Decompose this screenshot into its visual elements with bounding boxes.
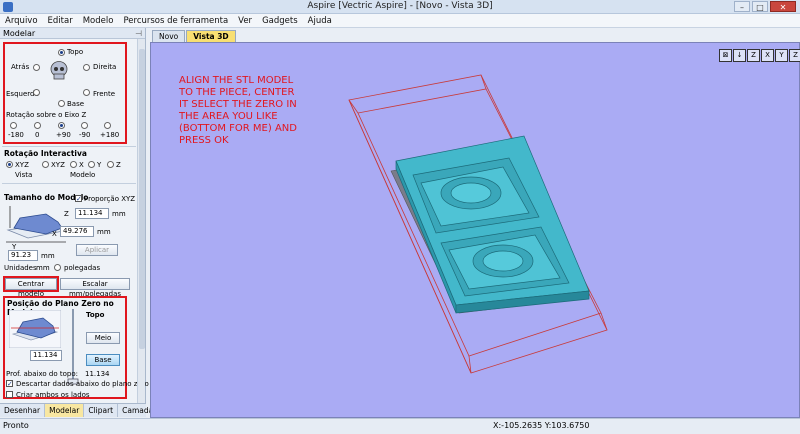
axis-x-label: X bbox=[52, 230, 57, 238]
irot-x-label: X bbox=[79, 161, 84, 169]
rot-m180-radio[interactable] bbox=[10, 122, 17, 129]
scrollbar-thumb[interactable] bbox=[139, 49, 145, 349]
title-bar: Aspire [Vectric Aspire] - [Novo - Vista … bbox=[0, 0, 800, 14]
center-model-button[interactable]: Centrar modelo bbox=[5, 278, 57, 298]
irot-x-radio[interactable] bbox=[70, 161, 77, 168]
create-both-label: Criar ambos os lados bbox=[16, 391, 90, 399]
model-group-label: Modelo bbox=[70, 171, 96, 179]
rot-m90-radio[interactable] bbox=[81, 122, 88, 129]
zero-bottom-button[interactable]: Base bbox=[86, 354, 120, 366]
menu-gadgets[interactable]: Gadgets bbox=[257, 14, 303, 27]
menu-editar[interactable]: Editar bbox=[43, 14, 78, 27]
discard-checkbox[interactable]: ✓ bbox=[6, 380, 13, 388]
orient-right-label: Direita bbox=[93, 63, 117, 71]
orient-top-label: Topo bbox=[67, 48, 84, 56]
window-title: Aspire [Vectric Aspire] - [Novo - Vista … bbox=[307, 1, 493, 11]
panel-title: Modelar bbox=[0, 28, 145, 39]
size-y-unit: mm bbox=[41, 252, 55, 260]
irot-xyz-view-label: XYZ bbox=[15, 161, 29, 169]
3d-scene bbox=[348, 74, 608, 374]
units-mm-label: mm bbox=[36, 264, 50, 272]
interactive-rotation-title: Rotação Interactiva bbox=[4, 149, 87, 158]
car-zero-preview-icon bbox=[9, 310, 61, 348]
menu-ver[interactable]: Ver bbox=[233, 14, 257, 27]
create-both-checkbox[interactable] bbox=[6, 391, 13, 398]
maximize-button[interactable]: □ bbox=[752, 1, 768, 12]
tab-modelar[interactable]: Modelar bbox=[45, 404, 85, 417]
rot-m90-label: -90 bbox=[79, 131, 91, 139]
minimize-button[interactable]: – bbox=[734, 1, 750, 12]
tab-clipart[interactable]: Clipart bbox=[84, 404, 119, 417]
orient-front-label: Frente bbox=[93, 90, 116, 98]
rot-p90-radio[interactable] bbox=[58, 122, 65, 129]
pin-icon[interactable]: ⊣ bbox=[135, 29, 142, 38]
orient-left-radio[interactable] bbox=[33, 89, 40, 96]
axis-z-label: Z bbox=[64, 210, 69, 218]
zero-top-label: Topo bbox=[86, 311, 105, 319]
menu-percursos[interactable]: Percursos de ferramenta bbox=[118, 14, 233, 27]
document-tabs: Novo Vista 3D bbox=[152, 30, 237, 42]
doc-tab-novo[interactable]: Novo bbox=[152, 30, 186, 42]
zero-middle-button[interactable]: Meio bbox=[86, 332, 120, 344]
irot-xyz-model-radio[interactable] bbox=[42, 161, 49, 168]
irot-y-label: Y bbox=[97, 161, 102, 169]
rot-m180-label: -180 bbox=[8, 131, 24, 139]
units-inches-radio[interactable] bbox=[54, 264, 61, 271]
orient-back-radio[interactable] bbox=[33, 64, 40, 71]
apply-button[interactable]: Aplicar bbox=[76, 244, 118, 256]
status-text: Pronto bbox=[3, 421, 29, 430]
orient-right-radio[interactable] bbox=[83, 64, 90, 71]
close-button[interactable]: ✕ bbox=[770, 1, 796, 12]
size-x-unit: mm bbox=[97, 228, 111, 236]
status-bar: Pronto X:-105.2635 Y:103.6750 bbox=[0, 418, 800, 434]
orient-bottom-label: Base bbox=[67, 100, 85, 108]
irot-z-label: Z bbox=[116, 161, 121, 169]
3d-viewport[interactable]: ALIGN THE STL MODEL TO THE PIECE, CENTER… bbox=[150, 42, 800, 418]
irot-xyz-view-radio[interactable] bbox=[6, 161, 13, 168]
skull-orientation-icon bbox=[50, 61, 68, 80]
rot-p90-label: +90 bbox=[56, 131, 71, 139]
units-label: Unidades bbox=[4, 264, 37, 272]
depth-label: Prof. abaixo do topo: bbox=[6, 370, 78, 378]
divider bbox=[2, 146, 136, 147]
menu-bar: Arquivo Editar Modelo Percursos de ferra… bbox=[0, 14, 800, 28]
panel-scrollbar[interactable] bbox=[137, 39, 145, 403]
irot-z-radio[interactable] bbox=[107, 161, 114, 168]
discard-label: Descartar dados abaixo do plano zero bbox=[16, 380, 149, 388]
doc-tab-3d[interactable]: Vista 3D bbox=[186, 30, 236, 42]
stl-model bbox=[395, 135, 590, 314]
proportion-checkbox[interactable]: ✓ bbox=[75, 195, 82, 203]
menu-modelo[interactable]: Modelo bbox=[78, 14, 119, 27]
size-z-unit: mm bbox=[112, 210, 126, 218]
orient-bottom-radio[interactable] bbox=[58, 100, 65, 107]
orient-top-radio[interactable] bbox=[58, 49, 65, 56]
panel-tabs: Desenhar Modelar Clipart Camadas bbox=[0, 403, 163, 417]
size-z-input[interactable]: 11.134 bbox=[75, 208, 109, 219]
irot-y-radio[interactable] bbox=[88, 161, 95, 168]
size-y-input[interactable]: 91.23 bbox=[8, 250, 38, 261]
modelar-panel: Modelar ⊣ Topo Atrás Direita Esquerda Fr… bbox=[0, 28, 149, 403]
units-inches-label: polegadas bbox=[64, 264, 101, 272]
scale-units-button[interactable]: Escalar mm/polegadas bbox=[60, 278, 130, 298]
menu-arquivo[interactable]: Arquivo bbox=[0, 14, 43, 27]
orient-front-radio[interactable] bbox=[83, 89, 90, 96]
size-x-input[interactable]: 49.276 bbox=[60, 226, 94, 237]
tab-desenhar[interactable]: Desenhar bbox=[0, 404, 46, 417]
view-group-label: Vista bbox=[15, 171, 33, 179]
car-size-preview-icon bbox=[6, 206, 69, 243]
zero-value-input[interactable]: 11.134 bbox=[30, 350, 62, 361]
rotation-z-label: Rotação sobre o Eixo Z bbox=[6, 111, 87, 119]
orient-back-label: Atrás bbox=[11, 63, 30, 71]
rot-0-radio[interactable] bbox=[34, 122, 41, 129]
proportion-label: Proporção XYZ bbox=[84, 195, 136, 203]
depth-value: 11.134 bbox=[85, 370, 110, 378]
divider bbox=[2, 183, 136, 184]
rot-p180-radio[interactable] bbox=[104, 122, 111, 129]
menu-ajuda[interactable]: Ajuda bbox=[303, 14, 337, 27]
rot-0-label: 0 bbox=[35, 131, 40, 139]
irot-xyz-model-label: XYZ bbox=[51, 161, 65, 169]
cursor-coordinates: X:-105.2635 Y:103.6750 bbox=[493, 421, 590, 430]
rot-p180-label: +180 bbox=[100, 131, 120, 139]
